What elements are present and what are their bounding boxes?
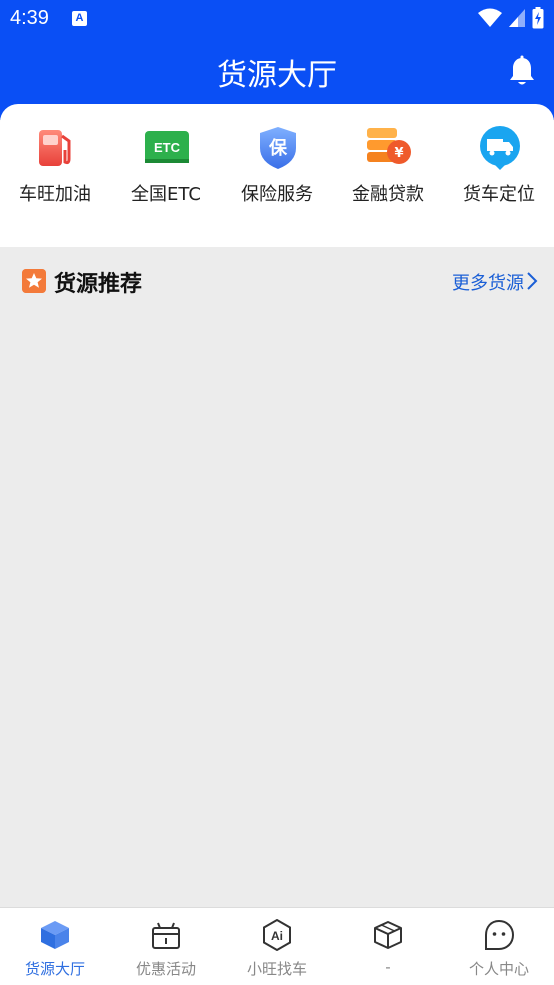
tab-package[interactable]: - bbox=[333, 908, 443, 985]
chat-face-icon bbox=[485, 919, 515, 950]
status-time: 4:39 bbox=[10, 7, 49, 29]
service-label: 金融贷款 bbox=[352, 184, 424, 205]
tab-cargo-hall[interactable]: 货源大厅 bbox=[0, 908, 110, 985]
status-bar: 4:39 A bbox=[0, 0, 554, 38]
recommended-section-header: 货源推荐 更多货源 bbox=[0, 262, 554, 302]
chevron-right-icon[interactable] bbox=[526, 272, 538, 290]
service-finance[interactable]: ¥ 金融贷款 bbox=[333, 104, 443, 247]
truck-location-icon bbox=[480, 126, 520, 170]
bell-icon[interactable] bbox=[508, 55, 536, 87]
more-sources-link[interactable]: 更多货源 bbox=[452, 269, 524, 295]
wifi-icon bbox=[478, 8, 502, 27]
service-label: 货车定位 bbox=[463, 184, 535, 205]
star-icon bbox=[22, 269, 46, 293]
service-truck-location[interactable]: 货车定位 bbox=[444, 104, 554, 247]
finance-coins-icon: ¥ bbox=[367, 128, 411, 164]
svg-text:ETC: ETC bbox=[154, 140, 181, 155]
status-indicators bbox=[478, 6, 544, 30]
notification-app-icon: A bbox=[72, 11, 87, 26]
fuel-pump-icon bbox=[39, 130, 71, 166]
service-etc[interactable]: ETC 全国ETC bbox=[111, 104, 221, 247]
bottom-tab-bar: 货源大厅 优惠活动 Ai 小旺找车 - 个人中心 bbox=[0, 907, 554, 985]
ai-badge-icon: Ai bbox=[263, 919, 291, 951]
insurance-shield-icon: 保 bbox=[260, 127, 296, 169]
tab-promotions[interactable]: 优惠活动 bbox=[111, 908, 221, 985]
svg-text:¥: ¥ bbox=[394, 146, 403, 161]
etc-card-icon: ETC bbox=[145, 131, 189, 163]
svg-text:保: 保 bbox=[268, 137, 288, 159]
tab-find-truck[interactable]: Ai 小旺找车 bbox=[222, 908, 332, 985]
svg-text:Ai: Ai bbox=[271, 929, 283, 943]
tab-personal-center[interactable]: 个人中心 bbox=[444, 908, 554, 985]
tab-label: 优惠活动 bbox=[135, 960, 196, 978]
package-icon bbox=[374, 921, 402, 949]
app-header: 4:39 A 货源大厅 bbox=[0, 0, 554, 120]
tab-label: 个人中心 bbox=[468, 960, 529, 978]
services-card: 车旺加油 ETC 全国ETC 保 保险服务 ¥ 金融贷款 货车定位 bbox=[0, 104, 554, 247]
service-label: 车旺加油 bbox=[19, 184, 91, 205]
gift-box-icon bbox=[152, 922, 180, 949]
service-label: 全国ETC bbox=[131, 184, 201, 205]
service-label: 保险服务 bbox=[241, 184, 313, 205]
cellular-signal-icon bbox=[509, 9, 525, 27]
service-fuel[interactable]: 车旺加油 bbox=[0, 104, 110, 247]
tab-label: 小旺找车 bbox=[246, 960, 307, 978]
service-insurance[interactable]: 保 保险服务 bbox=[222, 104, 332, 247]
tab-label: - bbox=[385, 958, 391, 976]
page-title: 货源大厅 bbox=[217, 58, 337, 93]
tab-label: 货源大厅 bbox=[24, 960, 85, 978]
battery-charging-icon bbox=[532, 7, 544, 29]
section-title: 货源推荐 bbox=[54, 272, 143, 297]
cube-icon bbox=[41, 921, 69, 949]
